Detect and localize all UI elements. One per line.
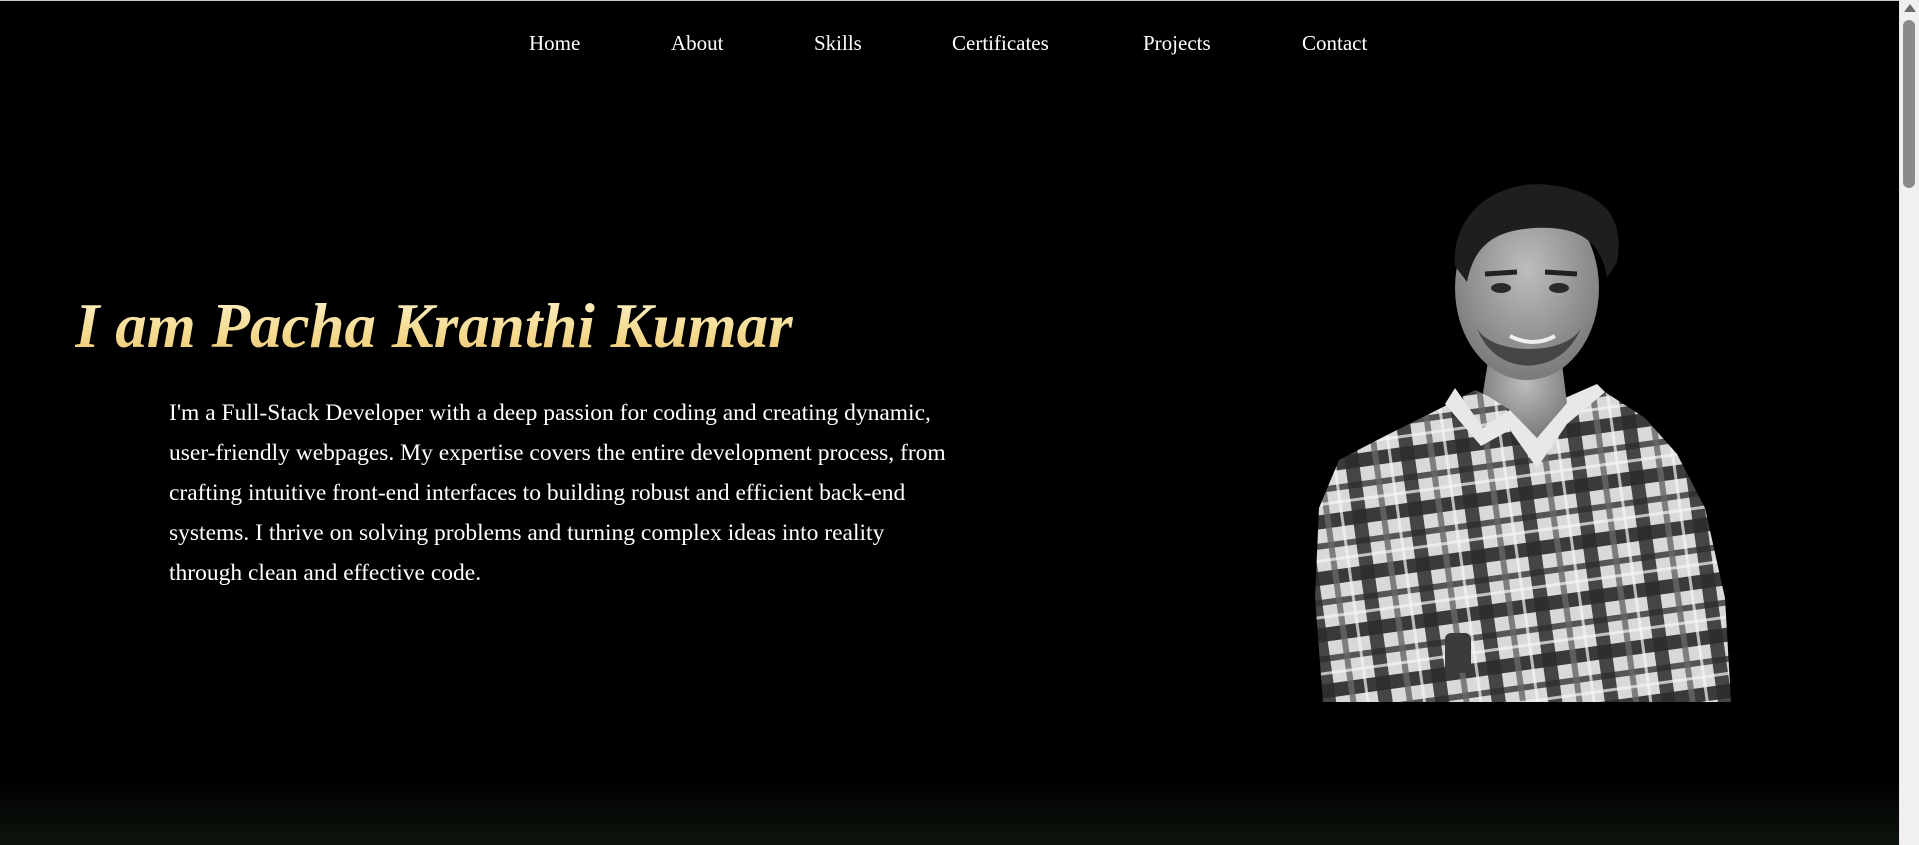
nav-home[interactable]: Home [529,26,580,60]
nav-about[interactable]: About [671,26,724,60]
bottom-section-edge [0,782,1900,845]
nav-certificates[interactable]: Certificates [952,26,1049,60]
scroll-up-arrow-icon[interactable] [1904,4,1916,12]
hero-title: I am Pacha Kranthi Kumar [75,286,793,366]
scroll-thumb[interactable] [1903,20,1915,188]
nav-projects[interactable]: Projects [1143,26,1211,60]
portfolio-page: Home About Skills Certificates Projects … [0,0,1919,845]
main-nav: Home About Skills Certificates Projects … [0,26,1900,60]
nav-contact[interactable]: Contact [1302,26,1367,60]
nav-skills[interactable]: Skills [814,26,862,60]
top-border [0,0,1900,1]
hero-description: I'm a Full-Stack Developer with a deep p… [169,400,946,586]
page-scrollbar[interactable] [1899,0,1919,845]
portrait-photo [1315,184,1731,702]
